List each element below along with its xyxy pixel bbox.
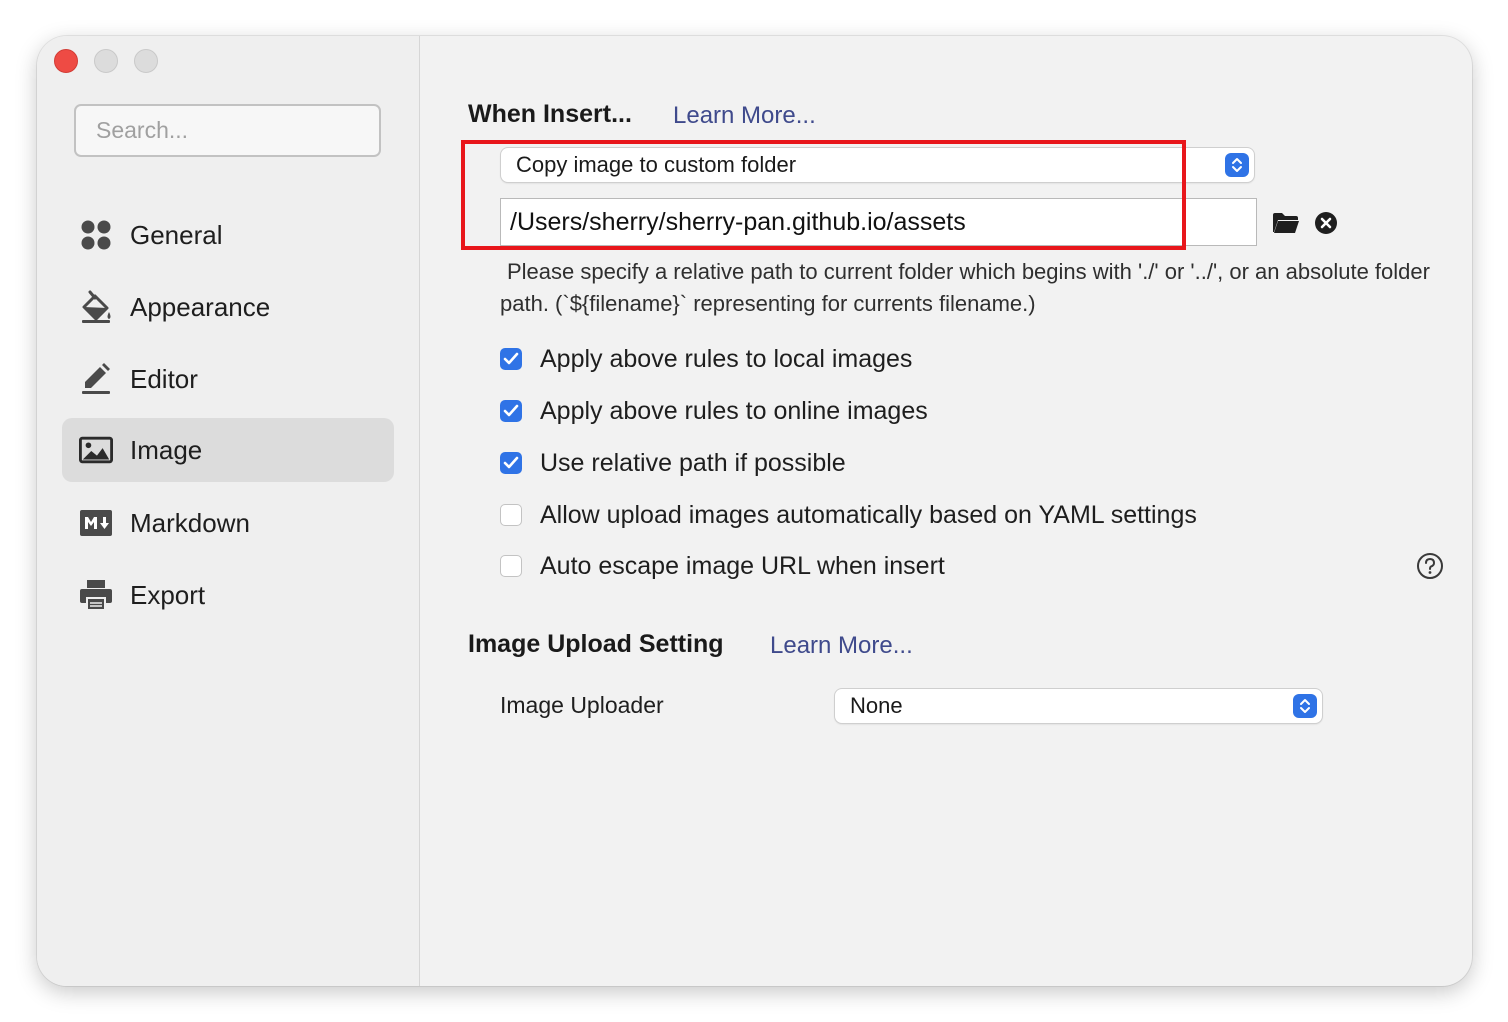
pencil-icon bbox=[79, 362, 113, 396]
when-insert-learn-more-link[interactable]: Learn More... bbox=[673, 102, 816, 130]
printer-icon bbox=[79, 578, 113, 612]
image-uploader-label: Image Uploader bbox=[500, 692, 664, 718]
help-icon[interactable] bbox=[1415, 551, 1445, 581]
sidebar: General Appearance bbox=[37, 36, 420, 986]
option-relative-path[interactable]: Use relative path if possible bbox=[500, 448, 846, 478]
checkbox-unchecked[interactable] bbox=[500, 504, 522, 526]
option-auto-upload-yaml[interactable]: Allow upload images automatically based … bbox=[500, 500, 1197, 530]
sidebar-item-label: Export bbox=[130, 579, 206, 610]
sidebar-item-label: General bbox=[130, 219, 223, 250]
checkbox-checked[interactable] bbox=[500, 400, 522, 422]
window-close-button[interactable] bbox=[54, 49, 78, 73]
markdown-icon bbox=[79, 506, 113, 540]
sidebar-item-label: Editor bbox=[130, 363, 198, 394]
checkbox-checked[interactable] bbox=[500, 348, 522, 370]
option-label: Allow upload images automatically based … bbox=[540, 500, 1197, 529]
option-local-images[interactable]: Apply above rules to local images bbox=[500, 344, 912, 374]
image-icon bbox=[79, 433, 113, 467]
folder-path-hint: Please specify a relative path to curren… bbox=[500, 259, 1430, 316]
upload-learn-more-link[interactable]: Learn More... bbox=[770, 632, 913, 660]
sidebar-item-markdown[interactable]: Markdown bbox=[62, 491, 394, 555]
select-stepper-icon bbox=[1225, 153, 1249, 177]
option-online-images[interactable]: Apply above rules to online images bbox=[500, 396, 928, 426]
insert-action-value: Copy image to custom folder bbox=[516, 152, 797, 177]
window-zoom-button[interactable] bbox=[134, 49, 158, 73]
image-uploader-value: None bbox=[850, 693, 903, 718]
option-label: Apply above rules to local images bbox=[540, 344, 913, 373]
option-label: Apply above rules to online images bbox=[540, 396, 928, 425]
folder-icon[interactable] bbox=[1271, 208, 1301, 238]
sidebar-item-image[interactable]: Image bbox=[62, 418, 394, 482]
custom-folder-path-input[interactable] bbox=[500, 198, 1257, 246]
preferences-window: General Appearance bbox=[37, 36, 1472, 986]
sidebar-item-label: Appearance bbox=[130, 291, 271, 322]
checkbox-unchecked[interactable] bbox=[500, 555, 522, 577]
when-insert-heading: When Insert... bbox=[468, 100, 632, 128]
option-auto-escape-url[interactable]: Auto escape image URL when insert bbox=[500, 551, 945, 581]
insert-action-select[interactable]: Copy image to custom folder bbox=[501, 148, 1254, 182]
select-stepper-icon bbox=[1293, 694, 1317, 718]
image-uploader-select[interactable]: None bbox=[835, 689, 1322, 723]
window-minimize-button[interactable] bbox=[94, 49, 118, 73]
upload-setting-heading: Image Upload Setting bbox=[468, 630, 724, 658]
sidebar-item-label: Markdown bbox=[130, 507, 250, 538]
sidebar-item-appearance[interactable]: Appearance bbox=[62, 275, 394, 339]
option-label: Auto escape image URL when insert bbox=[540, 551, 945, 580]
paint-bucket-icon bbox=[79, 290, 113, 324]
general-grid-icon bbox=[79, 218, 113, 252]
sidebar-item-editor[interactable]: Editor bbox=[62, 347, 394, 411]
checkbox-checked[interactable] bbox=[500, 452, 522, 474]
sidebar-item-label: Image bbox=[130, 434, 203, 465]
clear-path-icon[interactable] bbox=[1311, 208, 1341, 238]
sidebar-item-export[interactable]: Export bbox=[62, 563, 394, 627]
option-label: Use relative path if possible bbox=[540, 448, 846, 477]
sidebar-item-general[interactable]: General bbox=[62, 203, 394, 267]
search-input[interactable] bbox=[74, 104, 381, 157]
